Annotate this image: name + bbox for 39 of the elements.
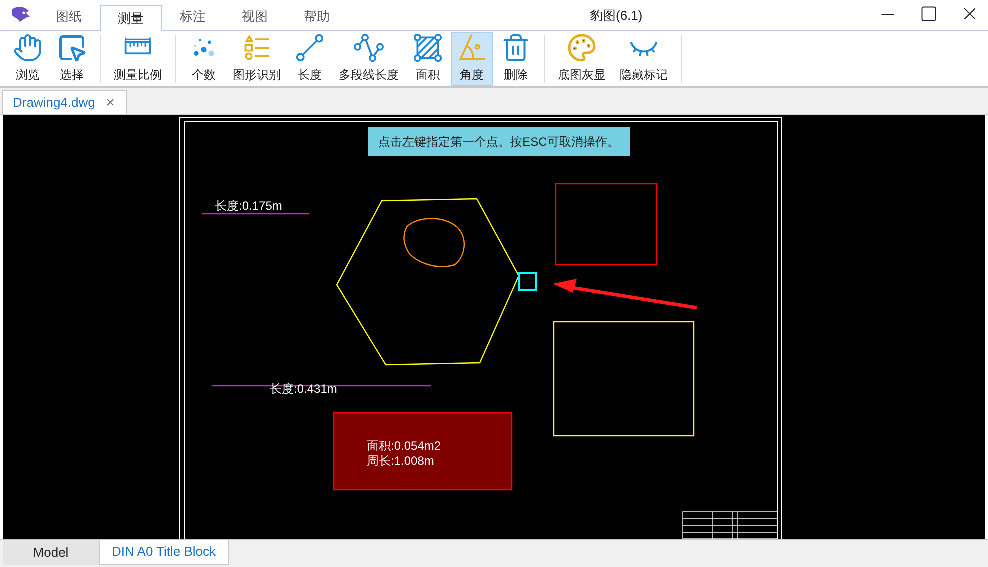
toolbar-button[interactable]: 面积 (407, 32, 449, 86)
menu-tab[interactable]: 帮助 (286, 4, 348, 30)
toolbar-button[interactable]: 选择 (51, 32, 93, 86)
drawing-canvas[interactable]: 点击左键指定第一个点。按ESC可取消操作。 长度:0.175m 长度:0.431m 面积:0.054m2 周长:1.008m (3, 115, 985, 539)
hint-banner: 点击左键指定第一个点。按ESC可取消操作。 (368, 127, 630, 156)
area-measurement-label: 面积:0.054m2 (367, 439, 442, 454)
layout-tab[interactable]: DIN A0 Title Block (99, 540, 230, 565)
shape-list-icon (242, 33, 272, 63)
menu-tab[interactable]: 标注 (162, 4, 224, 30)
window-title: 豹图(6.1) (590, 7, 643, 25)
layout-tab[interactable]: Model (3, 540, 99, 565)
document-tab[interactable]: Drawing4.dwg (2, 90, 128, 114)
toolbar-button[interactable]: 个数 (183, 32, 225, 86)
toolbar-button[interactable]: 长度 (289, 32, 331, 86)
menu-tab[interactable]: 测量 (100, 5, 162, 31)
toolbar-button[interactable]: 浏览 (7, 32, 49, 86)
toolbar-button[interactable]: 测量比例 (108, 32, 168, 86)
document-tab-label: Drawing4.dwg (13, 94, 96, 112)
toolbar-button[interactable]: 删除 (495, 32, 537, 86)
length-label: 长度:0.431m (270, 381, 338, 398)
menu-tab[interactable]: 图纸 (38, 4, 100, 30)
length-label: 长度:0.175m (215, 198, 282, 215)
hatched-square-icon (413, 33, 443, 63)
line-segment-icon (295, 33, 325, 63)
cursor-square-icon (57, 33, 87, 63)
leopard-logo-icon (10, 6, 32, 24)
hand-icon (13, 33, 43, 63)
trash-icon (501, 33, 531, 63)
toolbar-button[interactable]: 图形识别 (227, 32, 287, 86)
toolbar-button[interactable]: 多段线长度 (333, 32, 405, 86)
area-measurement-label: 周长:1.008m (367, 454, 436, 469)
toolbar-button[interactable]: 角度 (451, 32, 493, 86)
palette-icon (567, 33, 597, 63)
menu-tab[interactable]: 视图 (224, 4, 286, 30)
toolbar-button[interactable]: 底图灰显 (552, 32, 612, 86)
angle-icon (457, 33, 487, 63)
maximize-icon[interactable] (920, 5, 938, 23)
toolbar-button[interactable]: 隐藏标记 (614, 32, 674, 86)
polyline-icon (354, 33, 384, 63)
